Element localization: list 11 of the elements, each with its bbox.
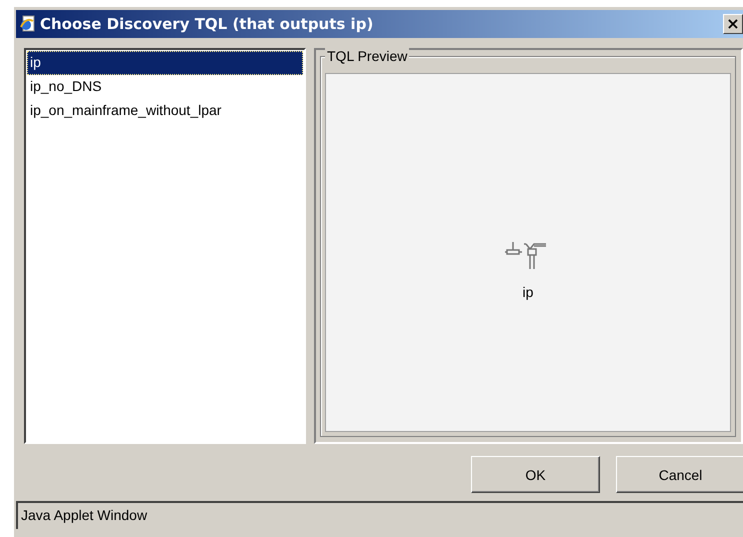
list-item[interactable]: ip_no_DNS — [27, 75, 303, 99]
close-button[interactable]: × — [723, 14, 743, 34]
node-label: ip — [522, 284, 534, 300]
app-icon — [18, 15, 36, 33]
ok-button[interactable]: OK — [471, 456, 600, 493]
list-item[interactable]: ip — [27, 51, 303, 75]
window-title: Choose Discovery TQL (that outputs ip) — [40, 15, 374, 33]
list-item[interactable]: ip_on_mainframe_without_lpar — [27, 99, 303, 123]
group-title: TQL Preview — [325, 48, 410, 64]
status-bar: Java Applet Window — [16, 501, 743, 529]
cancel-button[interactable]: Cancel — [616, 456, 743, 493]
